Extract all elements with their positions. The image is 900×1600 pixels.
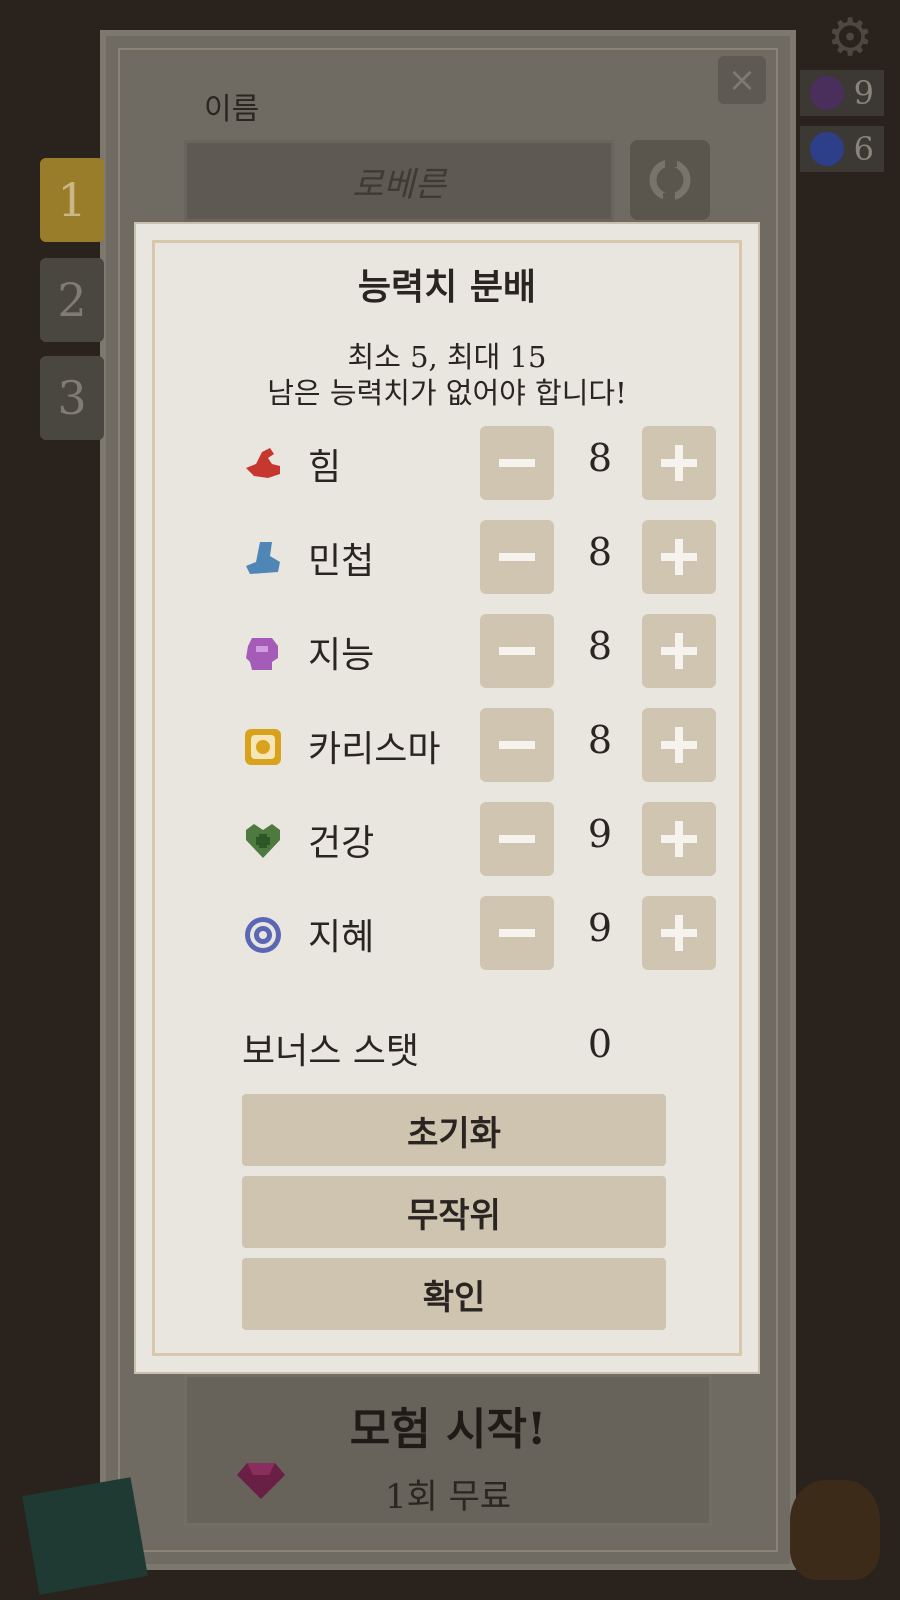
decrease-wisdom-button[interactable] [480, 896, 554, 970]
resource-counter: 9 [800, 70, 884, 116]
slot-tab-3[interactable]: 3 [40, 356, 104, 440]
bag-icon [790, 1480, 880, 1580]
reset-button[interactable]: 초기화 [242, 1094, 666, 1166]
heart-icon [246, 824, 280, 858]
confirm-button[interactable]: 확인 [242, 1258, 666, 1330]
increase-intelligence-button[interactable] [642, 614, 716, 688]
boot-icon [246, 542, 280, 574]
plus-icon [675, 633, 683, 669]
wisdom-icon [245, 917, 281, 953]
stat-label: 민첩 [308, 541, 375, 582]
start-adventure-label: 모험 시작! [349, 1404, 547, 1455]
stat-label: 힘 [308, 447, 342, 488]
stat-value: 8 [587, 718, 613, 762]
increase-health-button[interactable] [642, 802, 716, 876]
minus-icon [499, 929, 535, 937]
minus-icon [499, 553, 535, 561]
start-adventure-button[interactable]: 모험 시작! 1회 무료 [184, 1374, 712, 1526]
stat-row-health: 건강 9 [142, 802, 752, 876]
decrease-agility-button[interactable] [480, 520, 554, 594]
stat-value: 8 [587, 530, 613, 574]
resource-count: 6 [853, 130, 874, 168]
stat-row-intelligence: 지능 8 [142, 614, 752, 688]
stat-value: 8 [587, 624, 613, 668]
slot-tab-1[interactable]: 1 [40, 158, 104, 242]
randomize-name-button[interactable] [630, 140, 710, 220]
stat-row-charisma: 카리스마 8 [142, 708, 752, 782]
dialog-title: 능력치 분배 [357, 266, 537, 308]
plus-icon [675, 821, 683, 857]
minus-icon [499, 741, 535, 749]
decrease-intelligence-button[interactable] [480, 614, 554, 688]
plus-icon [675, 445, 683, 481]
resource-counter: 6 [800, 126, 884, 172]
target-icon [809, 132, 844, 166]
stat-label: 지능 [308, 635, 375, 676]
charisma-icon [245, 729, 281, 765]
decrease-health-button[interactable] [480, 802, 554, 876]
name-input[interactable]: 로베른 [184, 140, 614, 222]
decrease-strength-button[interactable] [480, 426, 554, 500]
plus-icon [675, 727, 683, 763]
potion-icon [809, 76, 844, 110]
minus-icon [499, 835, 535, 843]
stat-row-wisdom: 지혜 9 [142, 896, 752, 970]
bonus-stat-label: 보너스 스탯 [242, 1031, 420, 1072]
gear-icon[interactable]: ⚙ [822, 10, 878, 66]
minus-icon [499, 459, 535, 467]
slot-tab-2[interactable]: 2 [40, 258, 104, 342]
stat-value: 8 [587, 436, 613, 480]
plus-icon [675, 915, 683, 951]
stat-value: 9 [587, 906, 613, 950]
decrease-charisma-button[interactable] [480, 708, 554, 782]
stat-allocation-dialog: 능력치 분배 최소 5, 최대 15 남은 능력치가 없어야 합니다! 힘 8 … [136, 224, 758, 1372]
increase-wisdom-button[interactable] [642, 896, 716, 970]
increase-charisma-button[interactable] [642, 708, 716, 782]
increase-agility-button[interactable] [642, 520, 716, 594]
free-count-label: 1회 무료 [384, 1477, 512, 1517]
minus-icon [499, 647, 535, 655]
plus-icon [675, 539, 683, 575]
stat-remaining-hint: 남은 능력치가 없어야 합니다! [267, 376, 627, 410]
increase-strength-button[interactable] [642, 426, 716, 500]
stat-value: 9 [587, 812, 613, 856]
stat-row-agility: 민첩 8 [142, 520, 752, 594]
head-icon [246, 638, 278, 670]
name-label: 이름 [204, 92, 260, 127]
close-icon[interactable]: × [718, 56, 766, 104]
stat-label: 건강 [308, 823, 375, 864]
refresh-icon [649, 157, 691, 203]
stat-row-strength: 힘 8 [142, 426, 752, 500]
arm-icon [246, 448, 280, 478]
stat-label: 지혜 [308, 917, 375, 958]
stat-label: 카리스마 [308, 729, 441, 770]
resource-count: 9 [853, 74, 874, 112]
bonus-stat-value: 0 [587, 1022, 613, 1066]
book-icon [22, 1477, 148, 1595]
random-button[interactable]: 무작위 [242, 1176, 666, 1248]
